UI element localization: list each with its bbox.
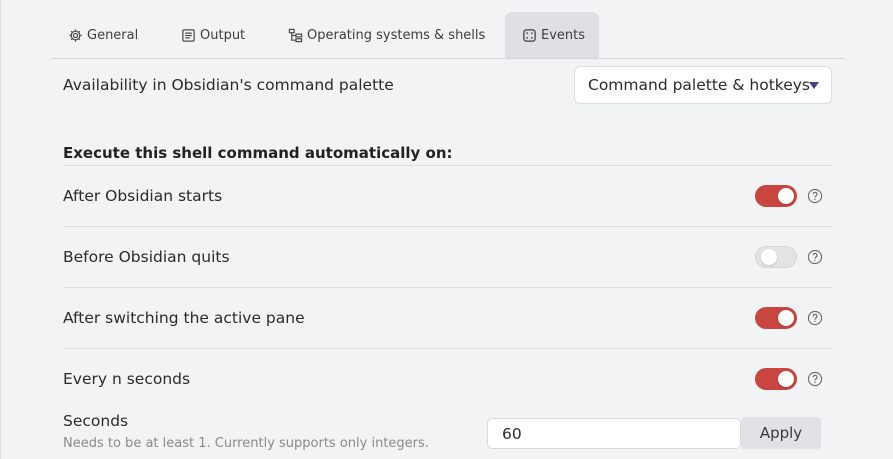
palette-availability-value: Command palette & hotkeys — [588, 76, 810, 94]
toggle-knob — [778, 371, 794, 387]
seconds-input[interactable] — [487, 418, 741, 449]
tab-operating-systems[interactable]: Operating systems & shells — [287, 12, 485, 58]
event-label-after-start: After Obsidian starts — [63, 187, 223, 205]
tab-operating-systems-label: Operating systems & shells — [307, 27, 486, 43]
divider — [63, 165, 833, 166]
event-label-every-n-seconds: Every n seconds — [63, 370, 191, 388]
seconds-description: Needs to be at least 1. Currently suppor… — [63, 436, 429, 451]
chevron-down-icon — [809, 82, 819, 89]
tree-icon — [287, 27, 303, 43]
seconds-label: Seconds — [63, 412, 129, 430]
pane-edge — [0, 0, 1, 459]
dice-icon — [521, 27, 537, 43]
event-label-before-quit: Before Obsidian quits — [63, 248, 230, 266]
divider — [63, 348, 833, 349]
help-icon[interactable] — [807, 371, 823, 387]
help-icon[interactable] — [807, 188, 823, 204]
gear-icon — [67, 27, 83, 43]
tab-general-label: General — [87, 27, 139, 43]
divider — [63, 287, 833, 288]
settings-tab-bar: General Output Operating systems & shell… — [51, 12, 845, 59]
help-icon[interactable] — [807, 249, 823, 265]
palette-availability-label: Availability in Obsidian's command palet… — [63, 76, 394, 94]
event-toggle-every-n-seconds[interactable] — [755, 368, 797, 390]
divider — [63, 226, 833, 227]
tab-events[interactable]: Events — [505, 12, 599, 58]
tab-events-label: Events — [541, 27, 586, 43]
event-label-switch-pane: After switching the active pane — [63, 309, 305, 327]
palette-availability-select[interactable]: Command palette & hotkeys — [574, 66, 832, 104]
output-icon — [180, 27, 196, 43]
tab-general[interactable]: General — [67, 12, 138, 58]
toggle-knob — [761, 249, 777, 265]
event-toggle-before-quit[interactable] — [755, 246, 797, 268]
tab-output-label: Output — [200, 27, 246, 43]
apply-button[interactable]: Apply — [741, 417, 821, 449]
events-heading: Execute this shell command automatically… — [63, 144, 453, 162]
help-icon[interactable] — [807, 310, 823, 326]
toggle-knob — [778, 310, 794, 326]
toggle-knob — [778, 188, 794, 204]
event-toggle-after-start[interactable] — [755, 185, 797, 207]
tab-output[interactable]: Output — [180, 12, 245, 58]
event-toggle-switch-pane[interactable] — [755, 307, 797, 329]
